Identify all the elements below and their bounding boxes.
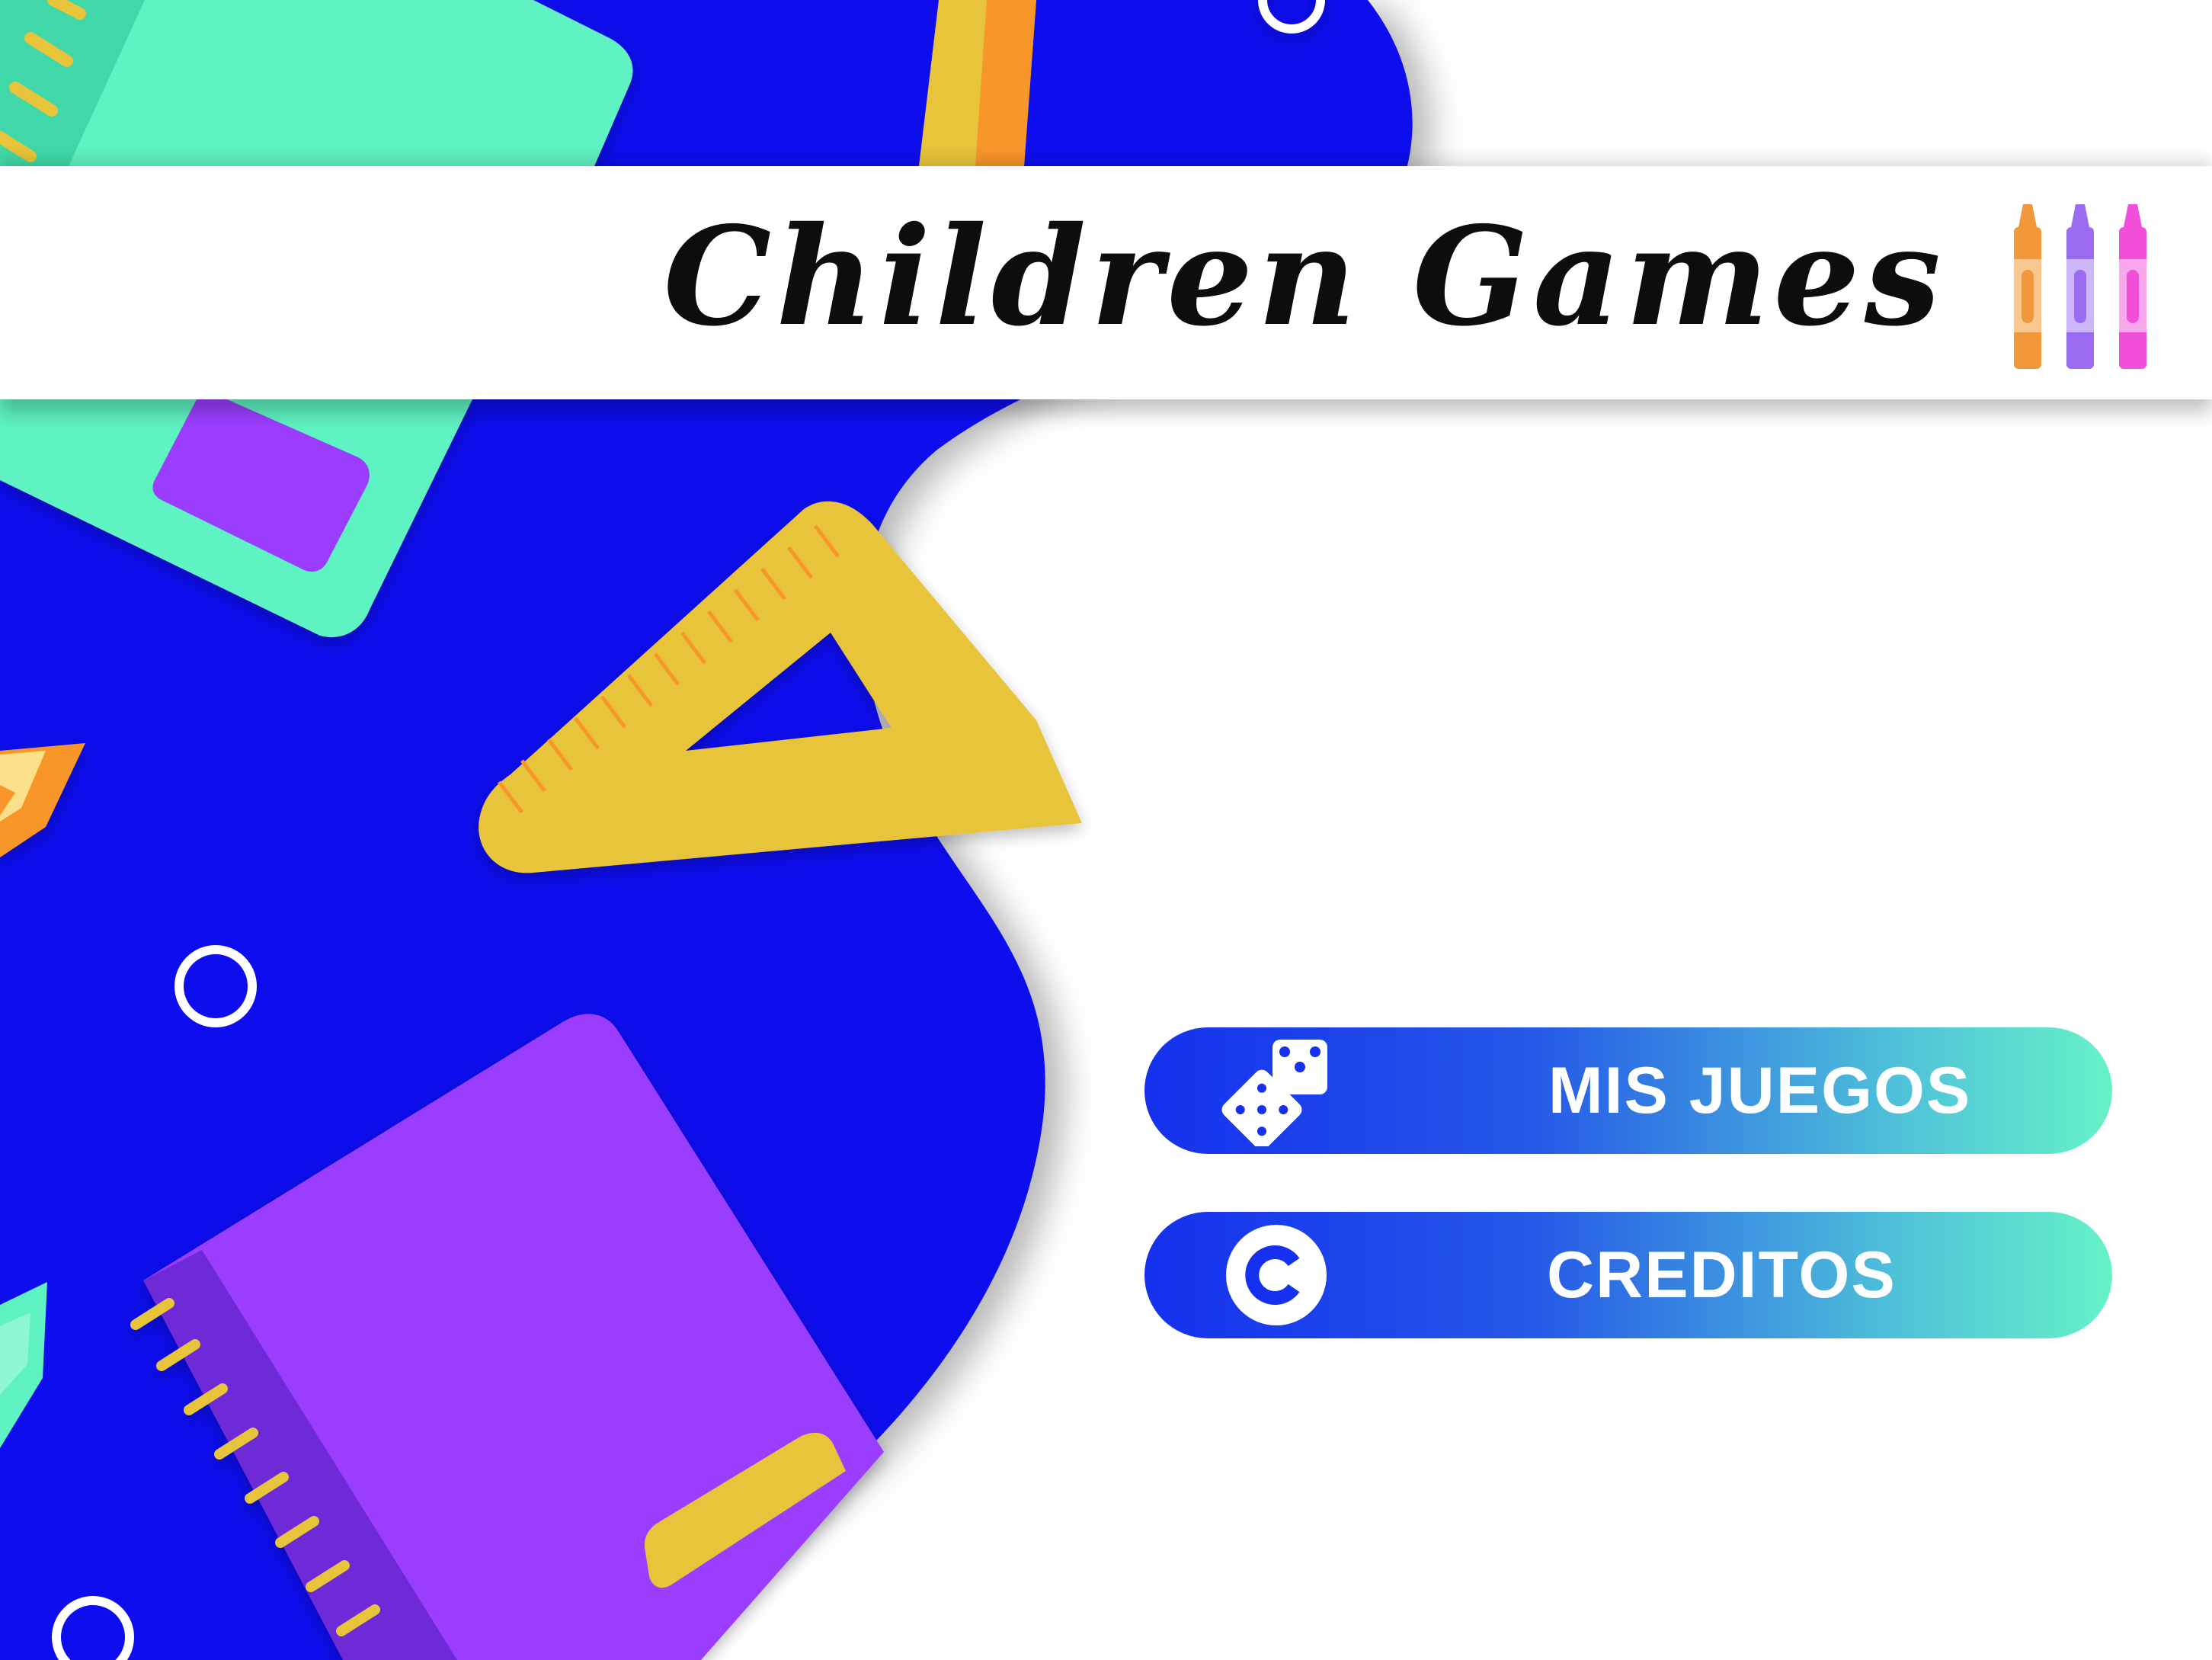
mis-juegos-button[interactable]: MIS JUEGOS (1144, 1027, 2112, 1154)
crayons-icon (2014, 204, 2146, 369)
mis-juegos-label: MIS JUEGOS (1548, 1054, 1972, 1127)
game-title: Children Games (663, 197, 1945, 356)
creditos-label: CREDITOS (1547, 1239, 1897, 1312)
creditos-button[interactable]: CREDITOS (1144, 1212, 2112, 1338)
copyright-icon (1226, 1225, 1327, 1325)
title-bar: Children Games (0, 166, 2212, 399)
dice-icon (1221, 1040, 1327, 1146)
pencil-top-icon (919, 0, 1036, 166)
